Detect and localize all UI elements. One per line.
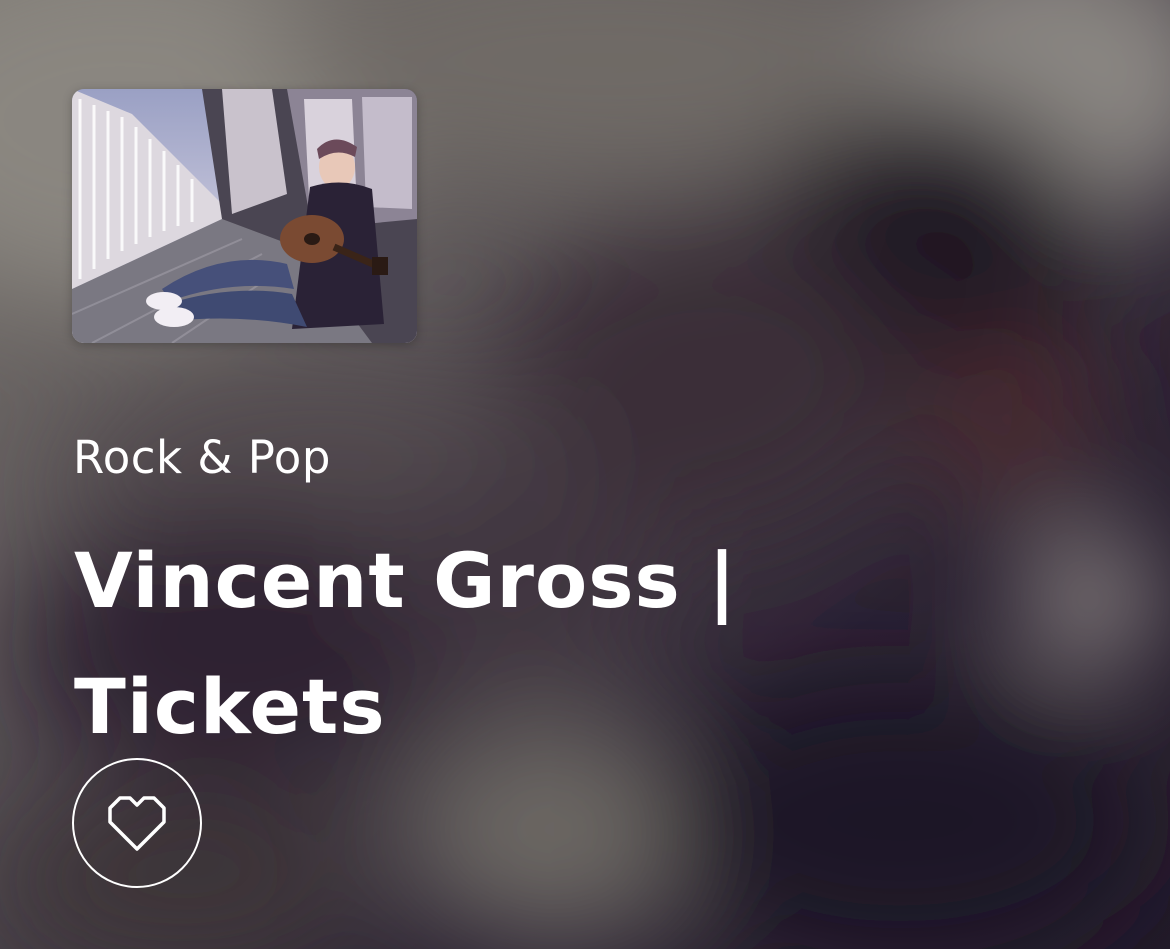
heart-outline-icon	[108, 796, 166, 851]
event-artwork	[72, 89, 417, 343]
event-hero: Rock & Pop Vincent Gross | Tickets	[0, 0, 1170, 949]
event-title: Vincent Gross | Tickets	[74, 536, 737, 751]
favorite-button[interactable]	[72, 758, 202, 888]
artist-photo	[72, 89, 417, 343]
event-category: Rock & Pop	[73, 431, 331, 484]
